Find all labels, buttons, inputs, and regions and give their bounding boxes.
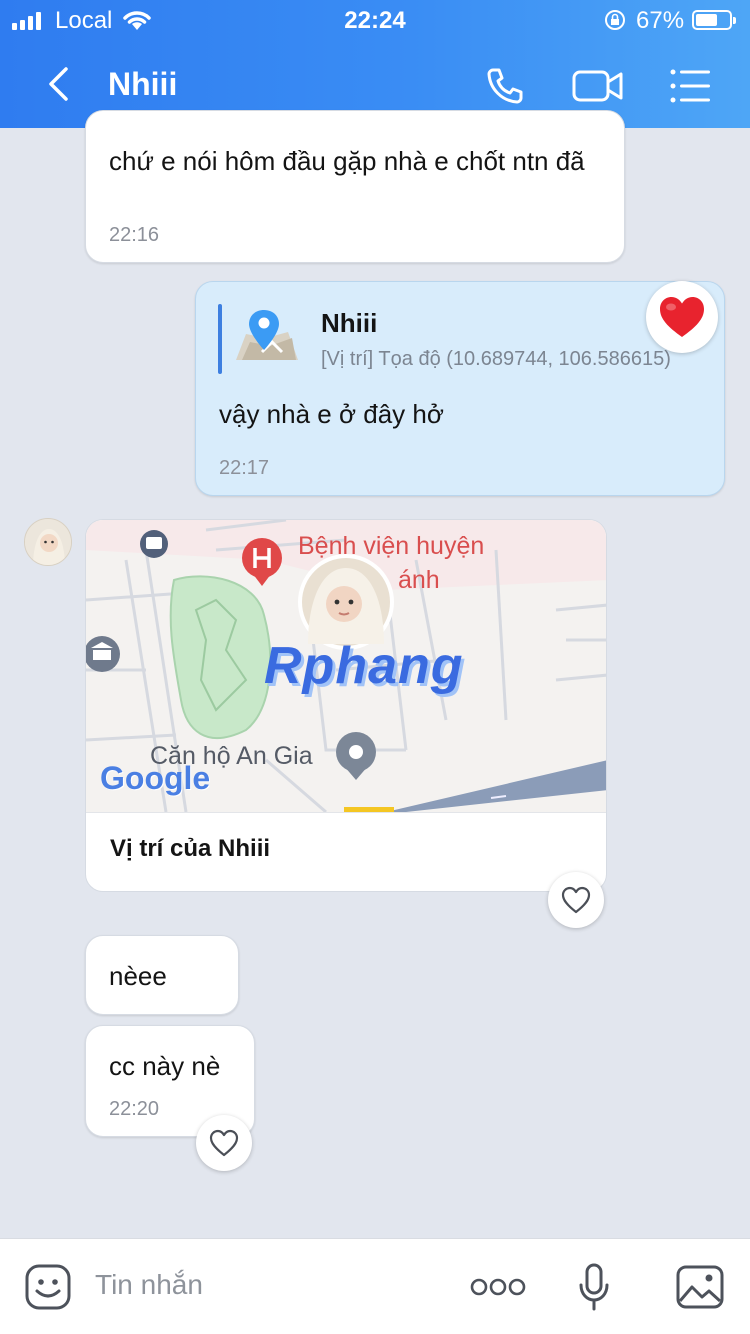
message-time: 22:16 <box>109 224 160 246</box>
watermark: Rphang <box>264 637 464 695</box>
contact-avatar[interactable] <box>24 518 72 566</box>
location-card-title: Vị trí của Nhiii <box>110 835 271 862</box>
voice-call-button[interactable] <box>481 62 529 110</box>
location-card[interactable]: Bệnh viện huyện ánh Căn hộ An Gia Rphang… <box>85 519 607 892</box>
reaction-button[interactable] <box>196 1115 252 1171</box>
video-call-button[interactable] <box>571 62 625 110</box>
status-bar: Local 22:24 67% <box>0 0 750 40</box>
battery-percent: 67% <box>636 7 685 34</box>
message-time: 22:17 <box>219 457 270 479</box>
message-text: cc này nè <box>109 1051 221 1081</box>
image-button[interactable] <box>676 1265 724 1309</box>
message-text: nèee <box>109 961 167 991</box>
message-text: vậy nhà e ở đây hở <box>219 399 444 429</box>
menu-button[interactable] <box>667 62 715 110</box>
location-card-footer: Vị trí của Nhiii <box>86 812 606 891</box>
chat-header: Local 22:24 67% Nhiii <box>0 0 750 128</box>
reaction-button[interactable] <box>646 281 718 353</box>
back-button[interactable] <box>40 64 80 104</box>
hospital-label: Bệnh viện huyện <box>298 532 485 560</box>
location-map[interactable]: Bệnh viện huyện ánh Căn hộ An Gia Rphang… <box>86 520 606 814</box>
message-text: chứ e nói hôm đầu gặp nhà e chốt ntn đã <box>109 146 585 176</box>
heart-outline-icon <box>209 1129 239 1157</box>
map-location-icon <box>236 310 298 360</box>
heart-outline-icon <box>561 886 591 914</box>
sticker-button[interactable] <box>24 1263 72 1311</box>
quote-detail: [Vị trí] Tọa độ (10.689744, 106.586615) <box>321 348 671 370</box>
incoming-message[interactable]: chứ e nói hôm đầu gặp nhà e chốt ntn đã … <box>85 110 625 263</box>
incoming-message[interactable]: nèee <box>85 935 239 1015</box>
heart-filled-icon <box>660 297 704 337</box>
hospital-label-2: ánh <box>398 566 440 594</box>
reaction-button[interactable] <box>548 872 604 928</box>
message-input[interactable]: Tin nhắn <box>95 1269 203 1301</box>
contact-name[interactable]: Nhiii <box>108 66 177 103</box>
microphone-button[interactable] <box>578 1263 610 1311</box>
rotation-lock-icon <box>605 10 625 30</box>
message-time: 22:20 <box>109 1098 160 1120</box>
quote-bar <box>218 304 222 374</box>
battery-icon <box>692 10 736 30</box>
message-composer: Tin nhắn <box>0 1238 750 1334</box>
more-options-button[interactable] <box>470 1275 526 1299</box>
google-logo: Google <box>100 760 211 796</box>
quote-name: Nhiii <box>321 308 378 338</box>
